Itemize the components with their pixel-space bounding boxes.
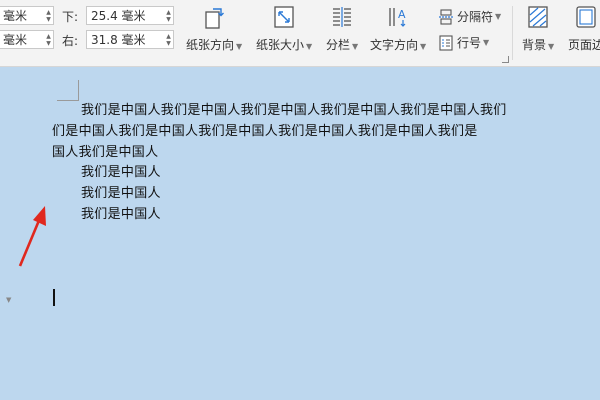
annotation-arrow-icon [18,206,46,267]
text-cursor [53,289,55,306]
paragraph-marker-icon: ▼ [6,296,12,304]
